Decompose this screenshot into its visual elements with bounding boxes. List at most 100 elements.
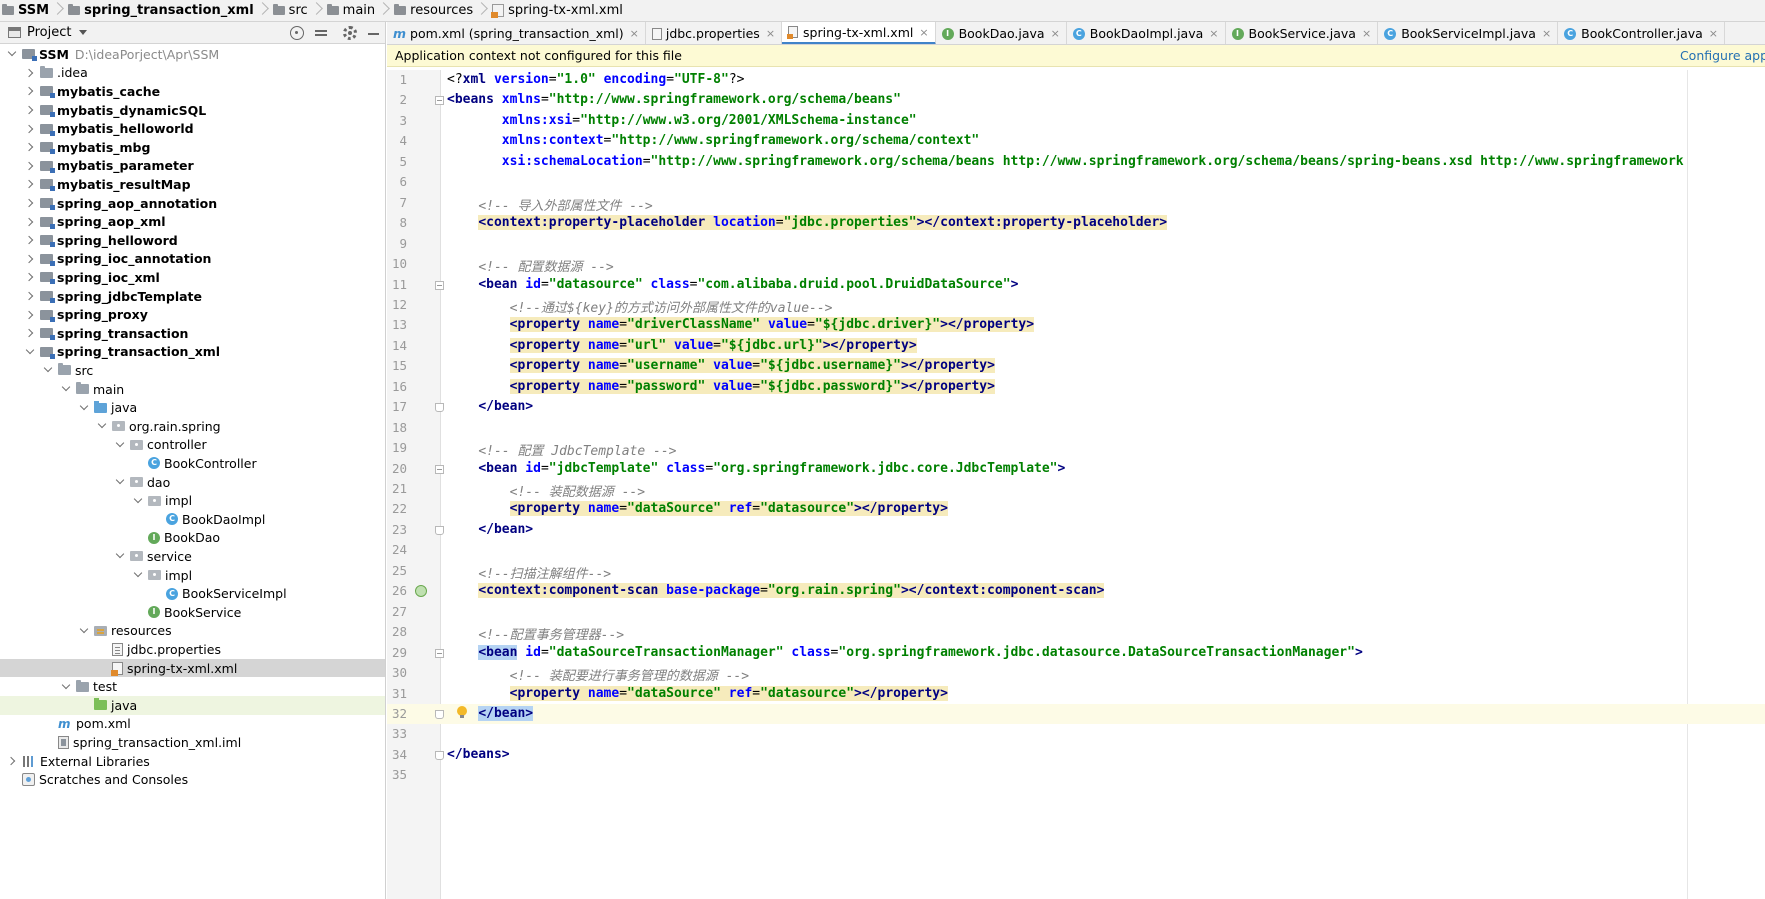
editor-tab[interactable]: spring-tx-xml.xml × xyxy=(782,22,936,44)
tree-item[interactable]: spring_aop_xml xyxy=(0,212,385,231)
code-line[interactable]: 12 <!--通过${key}的方式访问外部属性文件的value--> xyxy=(387,295,1765,316)
tree-item[interactable]: spring_ioc_xml xyxy=(0,268,385,287)
code-line[interactable]: 20 <bean id="jdbcTemplate" class="org.sp… xyxy=(387,459,1765,480)
code-line[interactable]: 30 <!-- 装配要进行事务管理的数据源 --> xyxy=(387,663,1765,684)
chevron-right-icon[interactable] xyxy=(24,290,36,302)
code-editor[interactable]: 1 <?xml version="1.0" encoding="UTF-8"?> 2… xyxy=(387,70,1765,899)
code-line[interactable]: 23 </bean> xyxy=(387,520,1765,541)
chevron-right-icon[interactable] xyxy=(24,104,36,116)
chevron-down-icon[interactable] xyxy=(42,364,54,376)
breadcrumb-item[interactable]: spring_transaction_xml xyxy=(68,0,254,21)
tree-item[interactable]: External Libraries xyxy=(0,752,385,771)
tree-item[interactable]: I BookDao xyxy=(0,529,385,548)
code-line[interactable]: 16 <property name="password" value="${jd… xyxy=(387,377,1765,398)
chevron-right-icon[interactable] xyxy=(24,271,36,283)
code-line[interactable]: 1 <?xml version="1.0" encoding="UTF-8"?> xyxy=(387,70,1765,91)
editor-tab[interactable]: C BookController.java × xyxy=(1558,22,1726,44)
chevron-right-icon[interactable] xyxy=(24,160,36,172)
tree-item[interactable]: .idea xyxy=(0,64,385,83)
chevron-right-icon[interactable] xyxy=(24,67,36,79)
fold-end-icon[interactable] xyxy=(435,403,444,413)
chevron-down-icon[interactable] xyxy=(78,402,90,414)
chevron-right-icon[interactable] xyxy=(24,178,36,190)
tree-item[interactable]: mybatis_cache xyxy=(0,82,385,101)
code-line[interactable]: 26 <context:component-scan base-package=… xyxy=(387,581,1765,602)
tree-item[interactable]: controller xyxy=(0,436,385,455)
chevron-down-icon[interactable] xyxy=(96,420,108,432)
code-line[interactable]: 24 xyxy=(387,540,1765,561)
fold-end-icon[interactable] xyxy=(435,750,444,760)
breadcrumb-item[interactable]: spring-tx-xml.xml xyxy=(491,0,623,21)
project-panel-header[interactable]: Project xyxy=(0,22,385,44)
breadcrumb-item[interactable]: src xyxy=(272,0,308,21)
code-line[interactable]: 29 <bean id="dataSourceTransactionManage… xyxy=(387,643,1765,664)
chevron-down-icon[interactable] xyxy=(114,550,126,562)
tree-item[interactable]: mybatis_resultMap xyxy=(0,175,385,194)
chevron-down-icon[interactable] xyxy=(132,495,144,507)
fold-icon[interactable] xyxy=(435,464,444,474)
code-line[interactable]: 17 </bean> xyxy=(387,397,1765,418)
code-line[interactable]: 3 xmlns:xsi="http://www.w3.org/2001/XMLS… xyxy=(387,111,1765,132)
chevron-right-icon[interactable] xyxy=(6,755,18,767)
fold-end-icon[interactable] xyxy=(435,709,444,719)
code-line[interactable]: 8 <context:property-placeholder location… xyxy=(387,213,1765,234)
code-line[interactable]: 22 <property name="dataSource" ref="data… xyxy=(387,499,1765,520)
close-icon[interactable]: × xyxy=(766,27,775,40)
chevron-right-icon[interactable] xyxy=(24,327,36,339)
chevron-right-icon[interactable] xyxy=(24,309,36,321)
tree-item[interactable]: impl xyxy=(0,491,385,510)
tree-item[interactable]: service xyxy=(0,547,385,566)
tree-item[interactable]: spring_proxy xyxy=(0,305,385,324)
tree-item[interactable]: impl xyxy=(0,566,385,585)
tree-item[interactable]: spring_ioc_annotation xyxy=(0,250,385,269)
close-icon[interactable]: × xyxy=(1051,27,1060,40)
tree-item[interactable]: spring-tx-xml.xml xyxy=(0,658,385,678)
code-line[interactable]: 6 xyxy=(387,172,1765,193)
chevron-down-icon[interactable] xyxy=(114,439,126,451)
tree-item[interactable]: m pom.xml xyxy=(0,715,385,734)
tree-item[interactable]: java xyxy=(0,696,385,715)
chevron-right-icon[interactable] xyxy=(24,216,36,228)
chevron-right-icon[interactable] xyxy=(24,253,36,265)
tree-item[interactable]: I BookService xyxy=(0,603,385,622)
bean-gutter-icon[interactable] xyxy=(415,585,427,598)
breadcrumb-item[interactable]: resources xyxy=(394,0,473,21)
code-line[interactable]: 14 <property name="url" value="${jdbc.ur… xyxy=(387,336,1765,357)
tree-item[interactable]: jdbc.properties xyxy=(0,640,385,659)
editor-tab[interactable]: C BookDaoImpl.java × xyxy=(1067,22,1226,44)
tree-item[interactable]: C BookDaoImpl xyxy=(0,510,385,529)
tree-item[interactable]: resources xyxy=(0,622,385,641)
fold-icon[interactable] xyxy=(435,96,444,106)
editor-tab[interactable]: I BookDao.java × xyxy=(936,22,1067,44)
gear-icon[interactable] xyxy=(343,26,357,40)
chevron-down-icon[interactable] xyxy=(79,30,88,35)
tree-item[interactable]: C BookController xyxy=(0,454,385,473)
editor-tab[interactable]: m pom.xml (spring_transaction_xml) × xyxy=(387,22,646,44)
chevron-right-icon[interactable] xyxy=(24,234,36,246)
code-line[interactable]: 18 xyxy=(387,418,1765,439)
tree-item[interactable]: C BookServiceImpl xyxy=(0,584,385,603)
code-line[interactable]: 31 <property name="dataSource" ref="data… xyxy=(387,684,1765,705)
fold-end-icon[interactable] xyxy=(435,525,444,535)
tree-item[interactable]: test xyxy=(0,677,385,696)
configure-application-context-link[interactable]: Configure appli xyxy=(1680,48,1765,63)
editor-tab[interactable]: C BookServiceImpl.java × xyxy=(1378,22,1559,44)
chevron-down-icon[interactable] xyxy=(114,476,126,488)
code-line[interactable]: 33 xyxy=(387,724,1765,745)
code-line[interactable]: 21 <!-- 装配数据源 --> xyxy=(387,479,1765,500)
tree-item[interactable]: spring_transaction xyxy=(0,324,385,343)
code-line[interactable]: 32 </bean> xyxy=(387,703,1765,725)
locate-icon[interactable] xyxy=(290,26,304,40)
fold-icon[interactable] xyxy=(435,648,444,658)
code-line[interactable]: 13 <property name="driverClassName" valu… xyxy=(387,315,1765,336)
tree-item[interactable]: Scratches and Consoles xyxy=(0,770,385,789)
breadcrumb-item[interactable]: SSM xyxy=(2,0,49,21)
chevron-down-icon[interactable] xyxy=(60,681,72,693)
code-line[interactable]: 4 xmlns:context="http://www.springframew… xyxy=(387,131,1765,152)
code-line[interactable]: 10 <!-- 配置数据源 --> xyxy=(387,254,1765,275)
code-line[interactable]: 5 xsi:schemaLocation="http://www.springf… xyxy=(387,152,1765,173)
tree-item[interactable]: spring_jdbcTemplate xyxy=(0,287,385,306)
code-line[interactable]: 9 xyxy=(387,234,1765,255)
breadcrumb-item[interactable]: main xyxy=(326,0,375,21)
chevron-down-icon[interactable] xyxy=(60,383,72,395)
